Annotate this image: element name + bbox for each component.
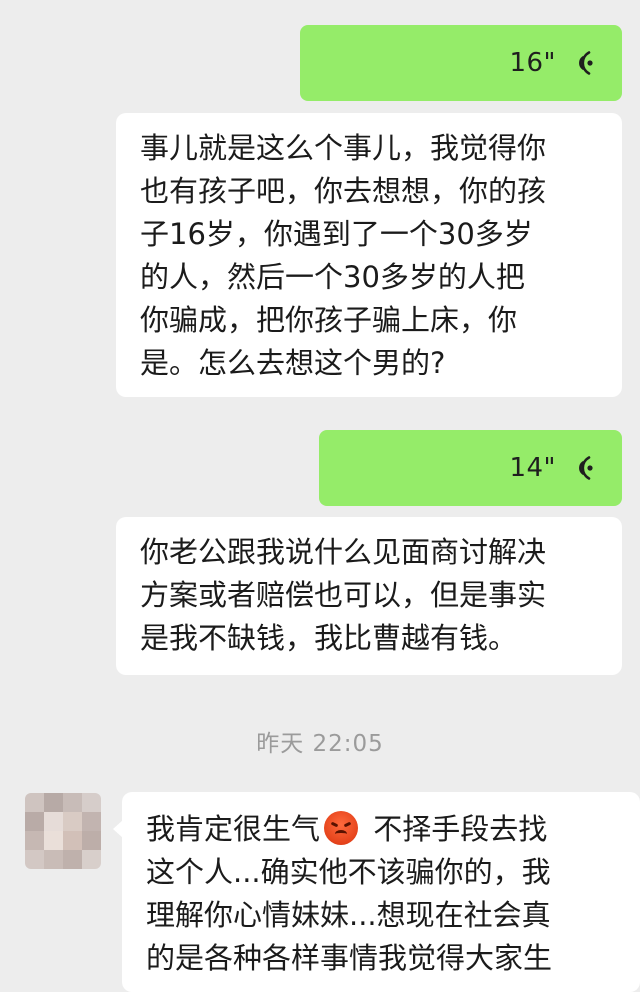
- voice-duration: 16": [509, 48, 556, 78]
- blurred-avatar-icon[interactable]: [25, 793, 101, 869]
- voice-wave-icon: [579, 51, 593, 75]
- voice-message-bubble[interactable]: 16": [300, 25, 622, 101]
- message-timestamp: 昨天 22:05: [256, 731, 384, 757]
- angry-face-emoji-icon: [324, 811, 359, 845]
- incoming-message-bubble: 我肯定很生气 不择手段去找 这个人...确实他不该骗你的，我 理解你心情妹妹..…: [113, 792, 640, 992]
- voice-transcript: 事儿就是这么个事儿，我觉得你 也有孩子吧，你去想想，你的孩 子16岁，你遇到了一…: [116, 113, 622, 397]
- voice-wave-icon: [579, 456, 593, 480]
- incoming-text-start: 我肯定很生气: [146, 812, 321, 846]
- voice-duration: 14": [509, 453, 556, 483]
- chat-view: 16" 事儿就是这么个事儿，我觉得你 也有孩子吧，你去想想，你的孩 子16岁，你…: [0, 0, 640, 992]
- voice-transcript: 你老公跟我说什么见面商讨解决 方案或者赔偿也可以，但是事实 是我不缺钱，我比曹越…: [116, 517, 622, 675]
- voice-message-bubble[interactable]: 14": [319, 430, 622, 506]
